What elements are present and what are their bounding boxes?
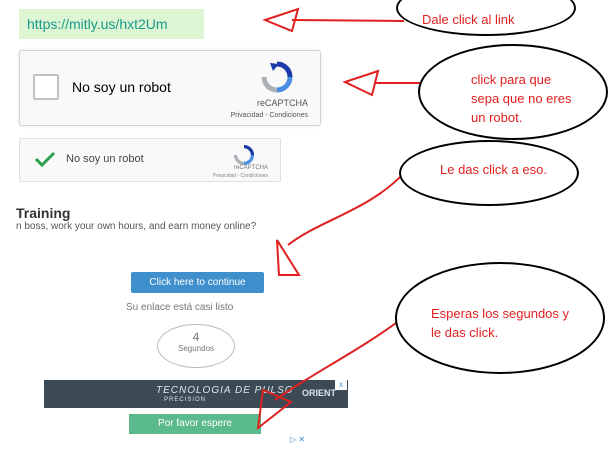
annotation-3: Le das click a eso.: [440, 162, 547, 177]
arrow-4: [256, 319, 401, 431]
annotation-1: Dale click al link: [422, 12, 515, 27]
arrow-2: [342, 69, 422, 97]
annotation-4: Esperas los segundos y le das click.: [431, 306, 570, 340]
arrow-1: [262, 7, 405, 33]
arrow-3: [276, 171, 406, 276]
annotation-2: click para que sepa que no eres un robot…: [471, 72, 572, 125]
